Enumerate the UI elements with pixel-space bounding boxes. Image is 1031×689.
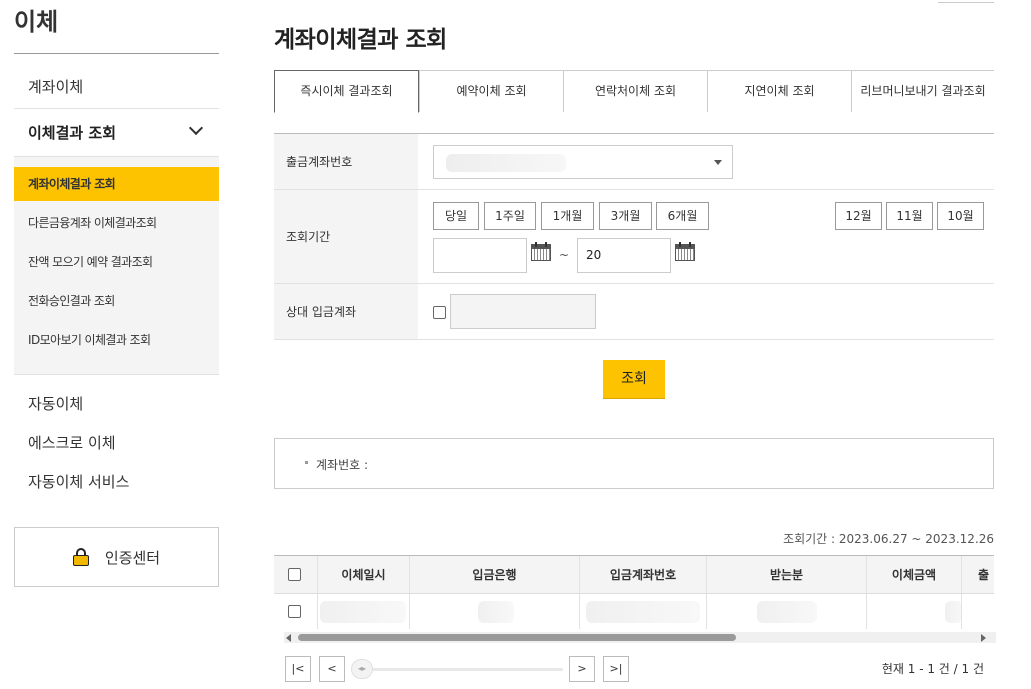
period-label: 조회기간 — [274, 190, 418, 283]
sidebar-title: 이체 — [14, 0, 219, 54]
pager-prev-button[interactable]: < — [319, 656, 345, 682]
sidebar-group-header[interactable]: 이체결과 조회 — [14, 109, 219, 157]
tab-contact-transfer[interactable]: 연락처이체 조회 — [563, 70, 707, 112]
horizontal-scrollbar[interactable] — [284, 632, 996, 643]
account-label: 출금계좌번호 — [274, 134, 418, 189]
sidebar-subitem-account-transfer-result[interactable]: 계좌이체결과 조회 — [14, 167, 219, 201]
period-1week-button[interactable]: 1주일 — [484, 202, 536, 230]
slider-handle-icon[interactable]: ◂▸ — [351, 659, 373, 679]
sidebar: 이체 계좌이체 이체결과 조회 계좌이체결과 조회 다른금융계좌 이체결과조회 … — [14, 0, 219, 587]
cert-center-button[interactable]: 인증센터 — [14, 527, 219, 587]
row-checkbox[interactable] — [288, 605, 301, 618]
sidebar-group-label: 이체결과 조회 — [28, 124, 117, 142]
period-6month-button[interactable]: 6개월 — [656, 202, 709, 230]
grid-header-amount: 이체금액 — [867, 556, 962, 593]
pager-slider[interactable]: ◂▸ — [351, 659, 563, 679]
search-button[interactable]: 조회 — [603, 360, 665, 398]
date-separator: ~ — [559, 248, 570, 262]
tab-reserved-transfer[interactable]: 예약이체 조회 — [419, 70, 563, 112]
sidebar-subitem-phone-approval-result[interactable]: 전화승인결과 조회 — [14, 284, 219, 323]
scroll-left-icon[interactable] — [286, 634, 291, 642]
page-title: 계좌이체결과 조회 — [274, 27, 447, 53]
calendar-icon[interactable] — [675, 242, 695, 262]
scrollbar-thumb[interactable] — [298, 634, 736, 641]
table-row[interactable] — [274, 594, 994, 629]
search-period-text: 조회기간 : 2023.06.27 ~ 2023.12.26 — [783, 532, 994, 546]
counterpart-account-input[interactable] — [450, 294, 596, 329]
end-date-input[interactable]: 20 — [577, 238, 671, 273]
account-info-label: 계좌번호 : — [316, 458, 369, 472]
pager-count-text: 현재 1 - 1 건 / 1 건 — [881, 662, 984, 676]
tab-delayed-transfer[interactable]: 지연이체 조회 — [707, 70, 851, 112]
cert-center-label: 인증센터 — [104, 548, 161, 567]
row-partial — [962, 594, 994, 629]
top-divider — [938, 2, 994, 3]
counterpart-label: 상대 입금계좌 — [274, 284, 418, 339]
row-transfer-date — [318, 594, 410, 629]
sidebar-bottom-items: 자동이체 에스크로 이체 자동이체 서비스 — [14, 385, 219, 502]
bullet — [305, 461, 308, 464]
account-info-box: 계좌번호 : — [274, 438, 994, 489]
pager-first-button[interactable]: |< — [285, 656, 311, 682]
pager-last-button[interactable]: >| — [603, 656, 629, 682]
period-1month-button[interactable]: 1개월 — [541, 202, 594, 230]
select-all-checkbox[interactable] — [288, 568, 301, 581]
period-today-button[interactable]: 당일 — [433, 202, 479, 230]
search-form: 출금계좌번호 조회기간 당일 1주일 1개월 3개월 6개월 12월 11월 1… — [274, 133, 994, 340]
sidebar-item-auto-transfer-service[interactable]: 자동이체 서비스 — [14, 463, 219, 502]
row-recipient — [707, 594, 867, 629]
tab-bar: 즉시이체 결과조회 예약이체 조회 연락처이체 조회 지연이체 조회 리브머니보… — [274, 70, 994, 113]
form-row-counterpart: 상대 입금계좌 — [274, 284, 994, 340]
row-check-cell — [274, 594, 318, 629]
period-3month-button[interactable]: 3개월 — [599, 202, 652, 230]
counterpart-checkbox[interactable] — [433, 306, 446, 319]
calendar-icon[interactable] — [531, 242, 551, 262]
lock-icon — [72, 548, 89, 566]
row-amount — [867, 594, 962, 629]
grid-header-check — [274, 556, 318, 593]
grid-header: 이체일시 입금은행 입금계좌번호 받는분 이체금액 출 — [274, 556, 994, 594]
grid-header-partial: 출 — [962, 556, 994, 593]
sidebar-group-transfer-results: 이체결과 조회 계좌이체결과 조회 다른금융계좌 이체결과조회 잔액 모으기 예… — [14, 108, 219, 375]
sidebar-subitem-id-collect-result[interactable]: ID모아보기 이체결과 조회 — [14, 323, 219, 362]
sidebar-submenu: 계좌이체결과 조회 다른금융계좌 이체결과조회 잔액 모으기 예약 결과조회 전… — [14, 157, 219, 374]
sidebar-subitem-balance-collect-result[interactable]: 잔액 모으기 예약 결과조회 — [14, 245, 219, 284]
pager-next-button[interactable]: > — [569, 656, 595, 682]
chevron-down-icon — [188, 120, 204, 136]
form-row-account: 출금계좌번호 — [274, 134, 994, 190]
row-deposit-bank — [410, 594, 580, 629]
sidebar-item-account-transfer[interactable]: 계좌이체 — [14, 66, 219, 108]
row-deposit-account — [580, 594, 707, 629]
sidebar-item-escrow-transfer[interactable]: 에스크로 이체 — [14, 424, 219, 463]
month-11-button[interactable]: 11월 — [886, 202, 933, 230]
month-10-button[interactable]: 10월 — [937, 202, 984, 230]
grid-header-transfer-date: 이체일시 — [318, 556, 410, 593]
sidebar-item-auto-transfer[interactable]: 자동이체 — [14, 385, 219, 424]
account-select[interactable] — [433, 145, 733, 179]
grid-header-recipient: 받는분 — [707, 556, 867, 593]
form-row-period: 조회기간 당일 1주일 1개월 3개월 6개월 12월 11월 10월 ~ 20 — [274, 190, 994, 284]
slider-track — [367, 668, 563, 671]
tab-libmoney-result[interactable]: 리브머니보내기 결과조회 — [851, 70, 994, 112]
result-grid: 이체일시 입금은행 입금계좌번호 받는분 이체금액 출 — [274, 555, 994, 629]
tab-instant-result[interactable]: 즉시이체 결과조회 — [274, 70, 419, 113]
month-12-button[interactable]: 12월 — [835, 202, 882, 230]
grid-header-deposit-bank: 입금은행 — [410, 556, 580, 593]
scroll-right-icon[interactable] — [981, 634, 986, 642]
start-date-input[interactable] — [433, 238, 527, 273]
dropdown-arrow-icon — [714, 160, 722, 165]
masked-account-value — [446, 154, 566, 172]
sidebar-subitem-other-bank-result[interactable]: 다른금융계좌 이체결과조회 — [14, 206, 219, 245]
grid-header-deposit-account: 입금계좌번호 — [580, 556, 707, 593]
